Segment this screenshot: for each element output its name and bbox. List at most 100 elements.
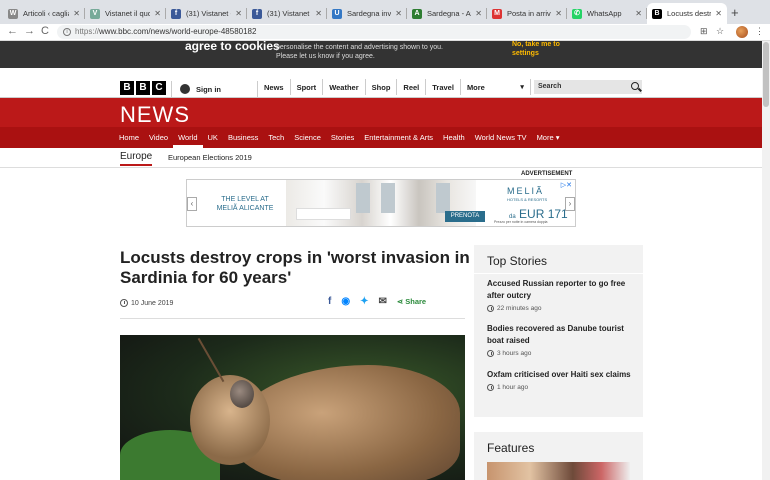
feature-image[interactable] — [487, 462, 630, 480]
bookmark-star-icon[interactable]: ☆ — [716, 26, 724, 37]
top-nav-sport[interactable]: Sport — [291, 79, 324, 95]
subnav-european-elections[interactable]: European Elections 2019 — [168, 153, 252, 162]
browser-tab[interactable]: f (31) Vistanet - ✕ — [166, 3, 247, 24]
news-nav-item[interactable]: World — [173, 127, 203, 148]
tab-label: (31) Vistanet - — [186, 9, 232, 18]
news-nav-item[interactable]: UK — [203, 127, 223, 148]
search-input[interactable]: Search — [534, 80, 642, 94]
article-headline: Locusts destroy crops in 'worst invasion… — [120, 248, 470, 287]
browser-tab[interactable]: ✆ WhatsApp ✕ — [567, 3, 647, 24]
advertisement-label: ADVERTISEMENT — [521, 171, 573, 177]
tab-label: Locusts destro — [667, 9, 712, 18]
news-nav-item[interactable]: Health — [438, 127, 470, 148]
cookie-headline: agree to cookies — [185, 39, 280, 53]
cookie-settings-link[interactable]: No, take me to settings — [512, 40, 560, 58]
email-icon[interactable]: ✉ — [378, 296, 386, 307]
ad-choices-icon[interactable]: ▷✕ — [561, 181, 572, 189]
ad-fine-print: Prezzo per notte in camera doppia — [494, 220, 548, 224]
tab-favicon-icon: W — [8, 8, 18, 19]
top-stories-panel: Top Stories Accused Russian reporter to … — [474, 245, 643, 417]
bbc-logo[interactable]: BBC — [120, 81, 166, 95]
tab-favicon-icon: f — [252, 8, 262, 19]
advertisement-banner[interactable]: ‹ THE LEVEL AT MELIÃ ALICANTE PRENOTA ME… — [186, 179, 576, 227]
ad-book-button[interactable]: PRENOTA — [445, 211, 485, 222]
search-icon[interactable] — [631, 82, 639, 90]
top-story-item[interactable]: Oxfam criticised over Haiti sex claims 1… — [487, 369, 632, 391]
news-nav-item[interactable]: World News TV — [470, 127, 532, 148]
tab-close-icon[interactable]: ✕ — [395, 9, 402, 18]
top-nav-more[interactable]: More — [461, 79, 531, 95]
lock-icon: i — [63, 28, 71, 36]
clock-icon — [487, 350, 494, 357]
tab-close-icon[interactable]: ✕ — [555, 9, 562, 18]
twitter-icon[interactable]: ✦ — [360, 296, 368, 307]
tab-favicon-icon: ✆ — [572, 8, 582, 19]
tab-label: Sardegna - Afri — [427, 9, 471, 18]
tab-label: Sardegna invas — [347, 9, 392, 18]
url-text: www.bbc.com/news/world-europe-48580182 — [99, 27, 257, 36]
browser-tab-active[interactable]: B Locusts destro ✕ — [647, 3, 727, 24]
tab-close-icon[interactable]: ✕ — [235, 9, 242, 18]
top-nav-reel[interactable]: Reel — [397, 79, 427, 95]
share-button[interactable]: ⋖ Share — [397, 297, 426, 306]
tab-close-icon[interactable]: ✕ — [315, 9, 322, 18]
news-logo[interactable]: NEWS — [120, 102, 190, 128]
news-nav-item[interactable]: More ▾ — [532, 127, 565, 148]
ad-prev-arrow-icon[interactable]: ‹ — [187, 197, 197, 211]
news-nav-item[interactable]: Video — [144, 127, 173, 148]
tab-close-icon[interactable]: ✕ — [715, 9, 722, 18]
browser-tab[interactable]: M Posta in arrivo ✕ — [487, 3, 567, 24]
scrollbar-thumb[interactable] — [763, 42, 769, 107]
tab-close-icon[interactable]: ✕ — [73, 9, 80, 18]
profile-avatar[interactable] — [736, 26, 748, 38]
browser-tab[interactable]: f (31) Vistanet S ✕ — [247, 3, 327, 24]
news-nav-item[interactable]: Tech — [263, 127, 289, 148]
news-nav-item[interactable]: Stories — [326, 127, 359, 148]
sign-in-button[interactable]: Sign in — [171, 81, 258, 97]
new-tab-button[interactable]: + — [731, 5, 739, 20]
top-story-item[interactable]: Bodies recovered as Danube tourist boat … — [487, 323, 632, 357]
article-main-image — [120, 335, 465, 480]
ad-level-text: THE LEVEL AT MELIÃ ALICANTE — [216, 196, 274, 212]
ad-brand: MELIÃ — [507, 186, 545, 196]
tab-close-icon[interactable]: ✕ — [475, 9, 482, 18]
share-tools: f ◉ ✦ ✉ ⋖ Share — [328, 296, 426, 307]
ad-next-arrow-icon[interactable]: › — [565, 197, 575, 211]
news-header: NEWS Home Video World UK Business Tech Science… — [0, 98, 762, 148]
news-nav-item[interactable]: Home — [114, 127, 144, 148]
features-title: Features — [487, 441, 535, 455]
browser-tab[interactable]: V Vistanet il quotid✕ — [85, 3, 166, 24]
cookie-banner: agree to cookies personalise the content… — [0, 39, 770, 68]
browser-tab[interactable]: W Articoli ‹ cagliari ✕ — [3, 3, 85, 24]
address-bar[interactable]: i https://www.bbc.com/news/world-europe-… — [57, 25, 691, 39]
clock-icon — [487, 384, 494, 391]
top-nav-travel[interactable]: Travel — [426, 79, 461, 95]
subnav-europe[interactable]: Europe — [120, 151, 153, 166]
news-nav-item[interactable]: Science — [289, 127, 326, 148]
news-nav-item[interactable]: Business — [223, 127, 263, 148]
menu-dots-icon[interactable]: ⋮ — [755, 26, 764, 37]
top-story-item[interactable]: Accused Russian reporter to go free afte… — [487, 278, 632, 312]
browser-tab-strip: W Articoli ‹ cagliari ✕ V Vistanet il quotid… — [0, 0, 770, 24]
forward-arrow-icon[interactable]: → — [24, 25, 35, 37]
top-nav-weather[interactable]: Weather — [323, 79, 366, 95]
tab-favicon-icon: f — [171, 8, 181, 19]
ad-price: da EUR 171 — [509, 207, 568, 221]
translate-icon[interactable]: ⊞ — [700, 26, 708, 37]
browser-tab[interactable]: U Sardegna invas✕ — [327, 3, 407, 24]
reload-icon[interactable]: C — [41, 25, 49, 37]
messenger-icon[interactable]: ◉ — [341, 296, 350, 307]
top-nav-shop[interactable]: Shop — [366, 79, 398, 95]
divider — [120, 318, 465, 319]
user-icon — [180, 84, 190, 94]
back-arrow-icon[interactable]: ← — [7, 25, 18, 37]
facebook-icon[interactable]: f — [328, 296, 331, 307]
tab-close-icon[interactable]: ✕ — [635, 9, 642, 18]
tab-favicon-icon: V — [90, 8, 100, 19]
tab-close-icon[interactable]: ✕ — [154, 9, 161, 18]
page-scrollbar[interactable] — [762, 41, 770, 480]
news-nav-item[interactable]: Entertainment & Arts — [359, 127, 438, 148]
browser-tab[interactable]: A Sardegna - Afri ✕ — [407, 3, 487, 24]
tab-label: Articoli ‹ cagliari — [23, 9, 69, 18]
top-nav-news[interactable]: News — [258, 79, 291, 95]
